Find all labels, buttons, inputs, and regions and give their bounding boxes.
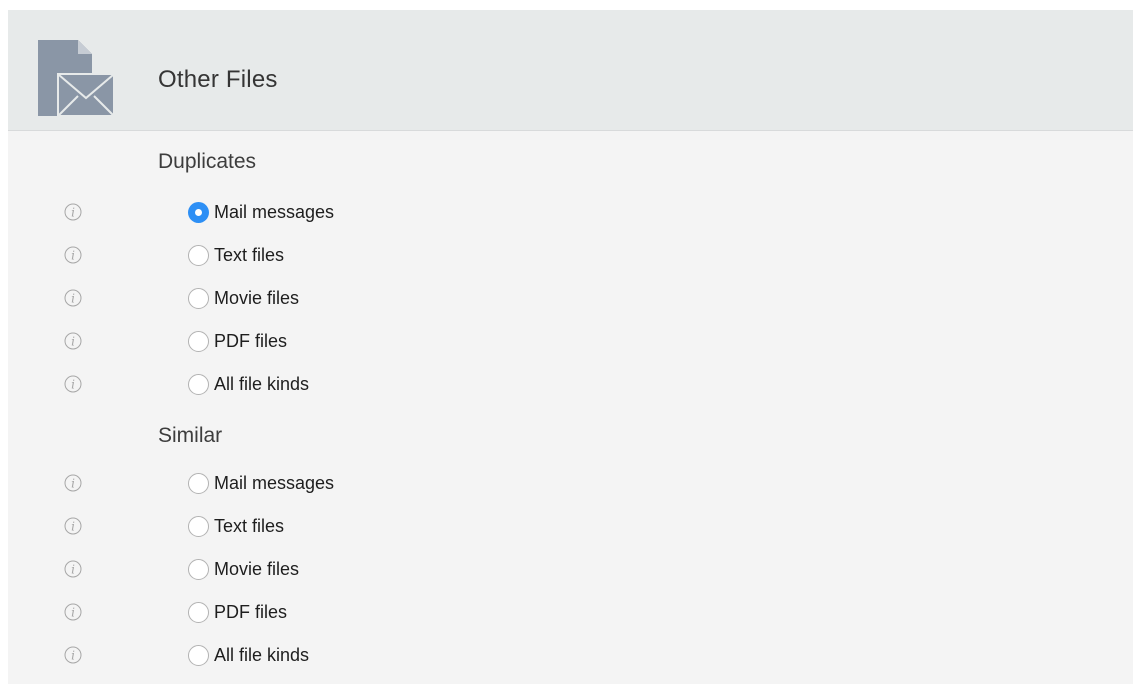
option-label: All file kinds bbox=[214, 644, 310, 665]
radio-button[interactable] bbox=[188, 472, 209, 494]
radio-button[interactable] bbox=[188, 330, 209, 352]
other-files-panel: Other Files Duplicates i Mail messages i… bbox=[8, 10, 1133, 684]
svg-text:i: i bbox=[71, 206, 75, 220]
option-row: i Movie files bbox=[8, 282, 608, 314]
option-row: i Mail messages bbox=[8, 467, 608, 499]
radio-button[interactable] bbox=[188, 558, 209, 580]
info-icon[interactable]: i bbox=[64, 375, 82, 393]
svg-text:i: i bbox=[71, 606, 75, 620]
info-icon[interactable]: i bbox=[64, 332, 82, 350]
option-label: Mail messages bbox=[214, 472, 335, 493]
option-row: i Text files bbox=[8, 510, 608, 542]
option-label: Mail messages bbox=[214, 201, 335, 222]
option-label: PDF files bbox=[214, 330, 288, 351]
info-icon[interactable]: i bbox=[64, 203, 82, 221]
svg-text:i: i bbox=[71, 335, 75, 349]
svg-text:i: i bbox=[71, 249, 75, 263]
option-label: All file kinds bbox=[214, 373, 310, 394]
svg-text:i: i bbox=[71, 563, 75, 577]
option-row: i PDF files bbox=[8, 325, 608, 357]
option-label: Text files bbox=[214, 515, 285, 536]
option-row: i All file kinds bbox=[8, 639, 608, 671]
option-label: Text files bbox=[214, 244, 285, 265]
radio-button[interactable] bbox=[188, 373, 209, 395]
radio-button[interactable] bbox=[188, 515, 209, 537]
panel-header: Other Files bbox=[8, 10, 1133, 131]
info-icon[interactable]: i bbox=[64, 560, 82, 578]
svg-text:i: i bbox=[71, 292, 75, 306]
option-row: i Text files bbox=[8, 239, 608, 271]
option-row: i PDF files bbox=[8, 596, 608, 628]
radio-duplicates-all-file-kinds[interactable]: All file kinds bbox=[188, 368, 309, 400]
info-icon[interactable]: i bbox=[64, 246, 82, 264]
option-row: i Movie files bbox=[8, 553, 608, 585]
radio-button[interactable] bbox=[188, 201, 209, 223]
radio-button[interactable] bbox=[188, 644, 209, 666]
info-icon[interactable]: i bbox=[64, 646, 82, 664]
radio-similar-text-files[interactable]: Text files bbox=[188, 510, 284, 542]
svg-text:i: i bbox=[71, 477, 75, 491]
radio-button[interactable] bbox=[188, 244, 209, 266]
svg-text:i: i bbox=[71, 649, 75, 663]
svg-text:i: i bbox=[71, 520, 75, 534]
info-icon[interactable]: i bbox=[64, 289, 82, 307]
option-row: i All file kinds bbox=[8, 368, 608, 400]
section-title-duplicates: Duplicates bbox=[158, 150, 257, 173]
radio-duplicates-movie-files[interactable]: Movie files bbox=[188, 282, 299, 314]
radio-similar-movie-files[interactable]: Movie files bbox=[188, 553, 299, 585]
radio-duplicates-text-files[interactable]: Text files bbox=[188, 239, 284, 271]
info-icon[interactable]: i bbox=[64, 517, 82, 535]
radio-button[interactable] bbox=[188, 287, 209, 309]
mail-file-icon bbox=[38, 40, 114, 116]
radio-similar-all-file-kinds[interactable]: All file kinds bbox=[188, 639, 309, 671]
radio-button[interactable] bbox=[188, 601, 209, 623]
radio-similar-mail-messages[interactable]: Mail messages bbox=[188, 467, 334, 499]
option-row: i Mail messages bbox=[8, 196, 608, 228]
option-label: Movie files bbox=[214, 287, 300, 308]
page-title: Other Files bbox=[158, 66, 278, 93]
section-title-similar: Similar bbox=[158, 424, 223, 447]
option-label: Movie files bbox=[214, 558, 300, 579]
info-icon[interactable]: i bbox=[64, 474, 82, 492]
radio-duplicates-mail-messages[interactable]: Mail messages bbox=[188, 196, 334, 228]
info-icon[interactable]: i bbox=[64, 603, 82, 621]
option-label: PDF files bbox=[214, 601, 288, 622]
radio-similar-pdf-files[interactable]: PDF files bbox=[188, 596, 287, 628]
svg-text:i: i bbox=[71, 378, 75, 392]
radio-duplicates-pdf-files[interactable]: PDF files bbox=[188, 325, 287, 357]
